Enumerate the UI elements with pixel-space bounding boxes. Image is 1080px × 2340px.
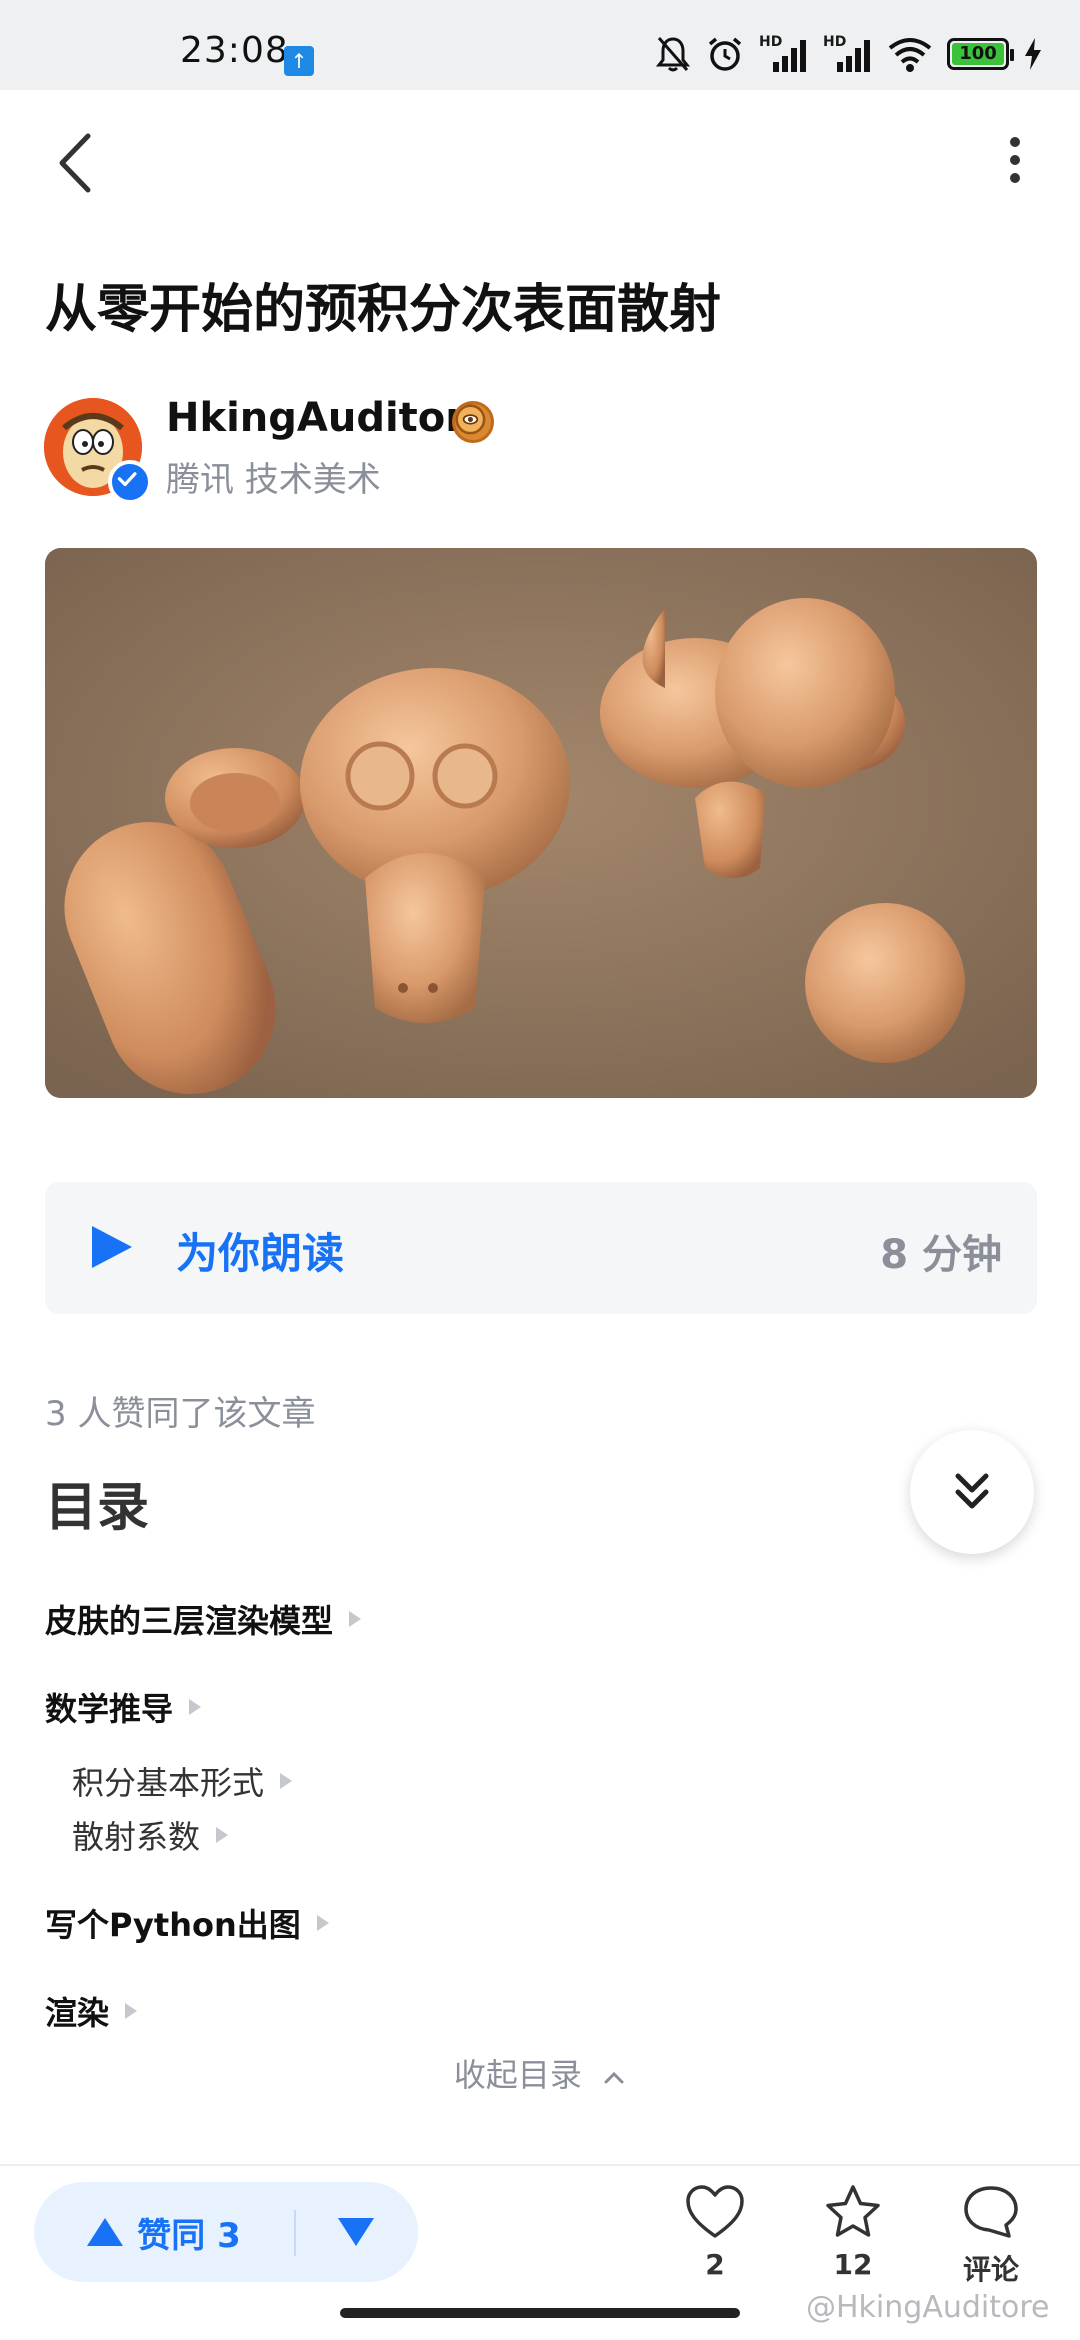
comment-button[interactable]: 评论 — [936, 2184, 1046, 2288]
read-aloud-label[interactable]: 为你朗读 — [176, 1220, 344, 1281]
toc-heading: 目录 — [45, 1478, 150, 1538]
toc-subitem-label: 积分基本形式 — [72, 1764, 265, 1802]
triangle-right-icon — [125, 2003, 138, 2019]
author-name[interactable]: HkingAuditore — [166, 395, 492, 441]
home-indicator[interactable] — [340, 2308, 740, 2318]
upload-notification-icon: ↑ — [284, 46, 314, 76]
favorite-count: 12 — [833, 2248, 873, 2281]
toc-item[interactable]: 数学推导 — [45, 1684, 202, 1730]
favorite-button[interactable]: 12 — [798, 2184, 908, 2281]
charging-icon — [1025, 38, 1041, 70]
verified-badge-icon — [108, 460, 152, 504]
toc-item-label: 数学推导 — [45, 1690, 174, 1728]
upvote-triangle-icon — [87, 2218, 124, 2246]
toc-item-label: 写个Python出图 — [45, 1906, 301, 1944]
article-cover-image[interactable] — [45, 548, 1037, 1098]
status-icons: HD HD 100 — [655, 34, 1043, 74]
battery-icon: 100 — [947, 38, 1014, 70]
status-time: 23:08 — [180, 30, 289, 71]
comment-bubble-icon — [964, 2186, 1018, 2238]
triangle-right-icon — [216, 1827, 229, 1843]
downvote-triangle-icon — [338, 2218, 374, 2246]
toc-item-label: 渲染 — [45, 1994, 110, 2032]
weibo-watermark: @HkingAuditore — [806, 2290, 1050, 2325]
author-medal-icon[interactable] — [452, 401, 494, 443]
toc-subitem[interactable]: 积分基本形式 — [72, 1758, 293, 1804]
author-subtitle: 腾讯 技术美术 — [166, 460, 381, 500]
play-icon[interactable] — [88, 1224, 134, 1270]
more-options-icon[interactable] — [1000, 130, 1030, 190]
collapse-toc-button[interactable]: 收起目录 — [0, 2050, 1080, 2096]
downvote-button[interactable] — [296, 2182, 416, 2282]
alarm-icon — [708, 37, 742, 71]
toc-item[interactable]: 写个Python出图 — [45, 1900, 329, 1946]
read-duration: 8 分钟 — [880, 1232, 1002, 1278]
wifi-icon — [888, 38, 932, 72]
mute-bell-icon — [655, 37, 691, 72]
triangle-right-icon — [316, 1915, 329, 1931]
like-button[interactable]: 2 — [660, 2184, 770, 2281]
toc-item-label: 皮肤的三层渲染模型 — [45, 1602, 334, 1640]
upvote-label: 赞同 3 — [137, 2215, 241, 2256]
triangle-right-icon — [280, 1773, 293, 1789]
triangle-right-icon — [189, 1699, 202, 1715]
collapse-toc-label: 收起目录 — [453, 2056, 582, 2094]
toc-item[interactable]: 皮肤的三层渲染模型 — [45, 1596, 362, 1642]
triangle-right-icon — [349, 1611, 362, 1627]
upvote-summary: 3 人赞同了该文章 — [45, 1394, 316, 1434]
article-title: 从零开始的预积分次表面散射 — [45, 280, 722, 340]
signal-2-icon: HD — [823, 34, 873, 74]
toc-item[interactable]: 渲染 — [45, 1988, 138, 2034]
toc-subitem-label: 散射系数 — [72, 1818, 201, 1856]
heart-icon — [686, 2185, 744, 2238]
comment-label: 评论 — [962, 2253, 1019, 2286]
toc-subitem[interactable]: 散射系数 — [72, 1812, 229, 1858]
chevron-up-icon — [604, 2071, 624, 2084]
scroll-down-button[interactable] — [910, 1430, 1034, 1554]
star-icon — [826, 2185, 880, 2237]
like-count: 2 — [705, 2248, 725, 2281]
battery-level: 100 — [952, 43, 1004, 65]
back-arrow-icon[interactable] — [50, 128, 100, 198]
signal-1-icon: HD — [759, 34, 809, 74]
double-chevron-down-icon — [955, 1473, 989, 1509]
upvote-button[interactable]: 赞同 3 — [34, 2182, 294, 2282]
bottom-bar-divider — [0, 2164, 1080, 2166]
